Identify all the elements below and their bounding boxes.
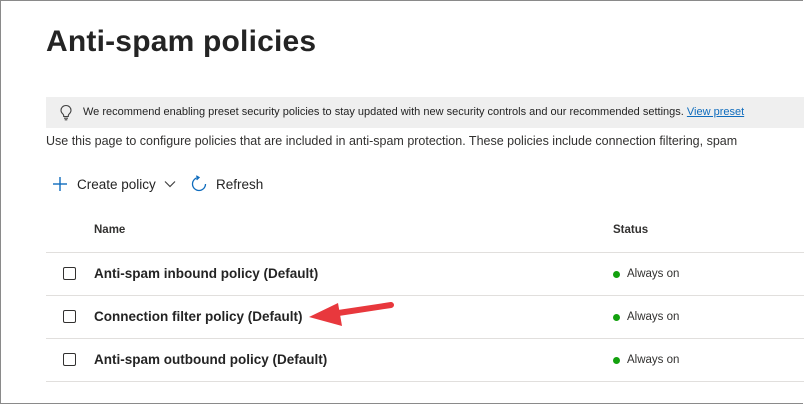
status-text: Always on: [627, 268, 680, 280]
policy-name[interactable]: Anti-spam inbound policy (Default): [94, 266, 318, 281]
view-preset-link[interactable]: View preset: [687, 106, 744, 118]
page-description: Use this page to configure policies that…: [46, 134, 738, 148]
status-text: Always on: [627, 311, 680, 323]
row-checkbox[interactable]: [63, 353, 76, 366]
status-dot-icon: [613, 356, 620, 364]
refresh-label: Refresh: [216, 176, 264, 192]
policy-status: Always on: [613, 311, 679, 323]
refresh-button[interactable]: Refresh: [190, 172, 263, 196]
refresh-icon: [190, 175, 208, 193]
row-checkbox[interactable]: [63, 267, 76, 280]
row-checkbox[interactable]: [63, 310, 76, 323]
row-divider: [46, 381, 804, 382]
status-dot-icon: [613, 313, 620, 321]
create-policy-label: Create policy: [77, 176, 156, 192]
policy-name[interactable]: Anti-spam outbound policy (Default): [94, 352, 327, 367]
table-row[interactable]: Anti-spam outbound policy (Default) Alwa…: [46, 339, 804, 381]
column-header-status[interactable]: Status: [613, 224, 648, 236]
chevron-down-icon: [164, 180, 176, 188]
policy-name[interactable]: Connection filter policy (Default): [94, 309, 303, 324]
policy-status: Always on: [613, 268, 679, 280]
banner-text: We recommend enabling preset security po…: [83, 106, 744, 118]
recommendation-banner: We recommend enabling preset security po…: [46, 97, 804, 128]
policy-status: Always on: [613, 354, 679, 366]
table-row[interactable]: Connection filter policy (Default) Alway…: [46, 296, 804, 338]
column-header-name[interactable]: Name: [94, 224, 125, 236]
lightbulb-icon: [58, 104, 74, 126]
status-text: Always on: [627, 354, 680, 366]
create-policy-button[interactable]: Create policy: [52, 172, 176, 196]
plus-icon: [52, 176, 68, 192]
banner-message: We recommend enabling preset security po…: [83, 106, 684, 118]
page-title: Anti-spam policies: [46, 25, 317, 58]
annotation-arrow-icon: [305, 298, 395, 337]
table-row[interactable]: Anti-spam inbound policy (Default) Alway…: [46, 253, 804, 295]
status-dot-icon: [613, 270, 620, 278]
